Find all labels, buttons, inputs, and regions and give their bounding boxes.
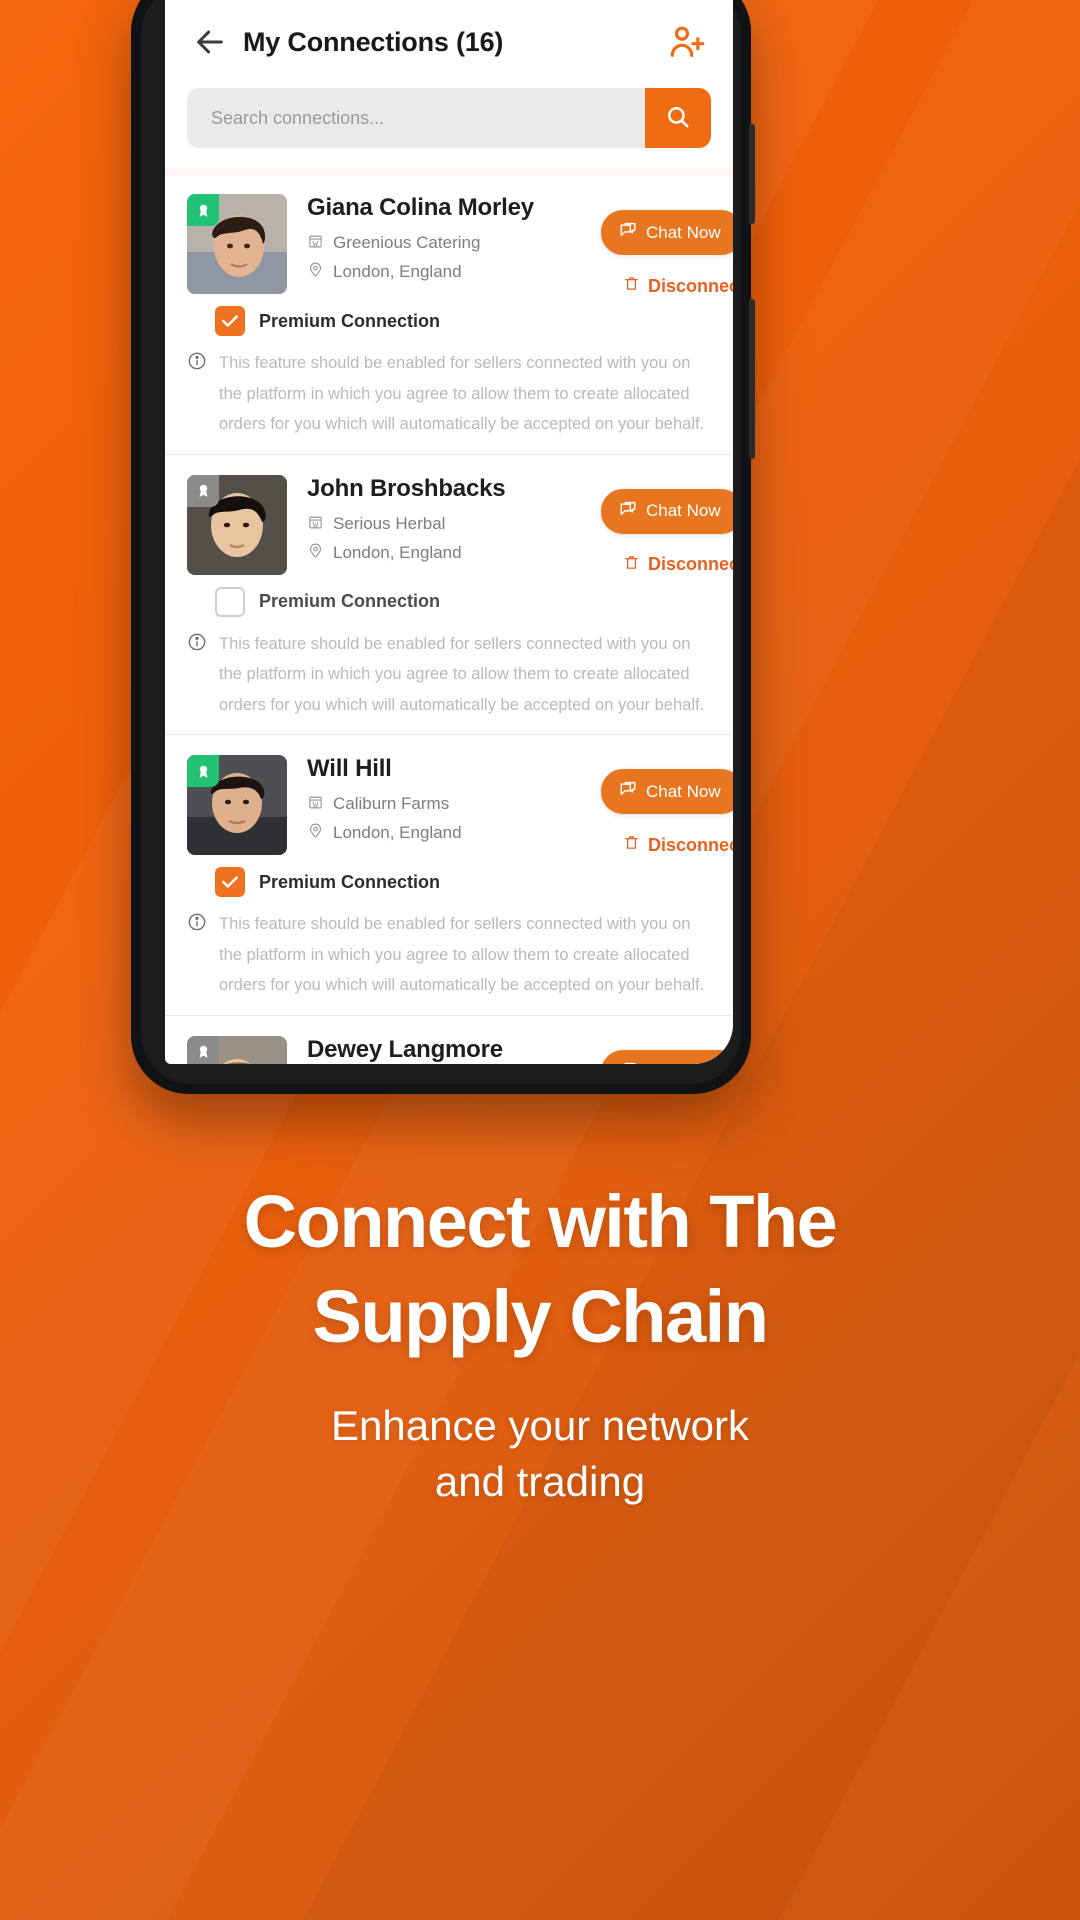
premium-toggle-row[interactable]: Premium Connection xyxy=(215,306,711,336)
chat-icon xyxy=(619,780,637,803)
premium-note-text: This feature should be enabled for selle… xyxy=(219,634,705,714)
premium-checkbox[interactable] xyxy=(215,586,245,617)
standard-badge-icon xyxy=(187,474,219,507)
building-icon xyxy=(307,232,324,254)
connection-card[interactable]: Giana Colina Morley Greenious Catering L… xyxy=(165,176,733,446)
chat-now-label: Chat Now xyxy=(646,222,721,242)
premium-note: This feature should be enabled for selle… xyxy=(187,909,711,1001)
card-actions: Chat Now xyxy=(601,1049,733,1064)
arrow-left-icon[interactable] xyxy=(193,25,227,59)
app-header: My Connections (16) xyxy=(165,0,733,82)
search-button[interactable] xyxy=(645,88,711,148)
avatar xyxy=(187,755,287,856)
phone-mockup: My Connections (16) Search connections..… xyxy=(131,0,755,1094)
chat-icon xyxy=(619,1061,637,1064)
premium-label: Premium Connection xyxy=(259,871,441,892)
disconnect-button[interactable]: Disconnect xyxy=(623,554,733,576)
premium-checkbox[interactable] xyxy=(215,306,245,336)
chat-now-button[interactable]: Chat Now xyxy=(601,769,733,815)
chat-now-label: Chat Now xyxy=(646,1062,721,1064)
connection-card[interactable]: Dewey Langmore Natully xyxy=(165,1014,733,1064)
chat-icon xyxy=(619,221,637,244)
disconnect-label: Disconnect xyxy=(648,275,733,296)
disconnect-button[interactable]: Disconnect xyxy=(623,275,733,297)
power-button xyxy=(749,299,755,459)
avatar xyxy=(187,474,287,575)
building-icon xyxy=(307,513,324,535)
trash-icon xyxy=(623,834,640,856)
premium-note-text: This feature should be enabled for selle… xyxy=(219,354,705,434)
building-icon xyxy=(307,793,324,815)
company-name: Serious Herbal xyxy=(333,513,446,533)
avatar xyxy=(187,1035,287,1064)
connection-card[interactable]: John Broshbacks Serious Herbal London, E… xyxy=(165,453,733,727)
premium-label: Premium Connection xyxy=(259,591,441,612)
location-pin-icon xyxy=(307,261,324,283)
trash-icon xyxy=(623,275,640,297)
search-input[interactable] xyxy=(187,88,645,148)
chat-now-button[interactable]: Chat Now xyxy=(601,488,733,534)
trash-icon xyxy=(623,554,640,576)
location-pin-icon xyxy=(307,542,324,564)
card-actions: Chat Now Disconnect xyxy=(601,210,733,297)
company-name: Greenious Catering xyxy=(333,233,481,252)
page-title: My Connections (16) xyxy=(243,26,504,57)
premium-badge-icon xyxy=(187,755,219,788)
chat-now-button[interactable]: Chat Now xyxy=(601,1049,733,1064)
premium-toggle-row[interactable]: Premium Connection xyxy=(215,867,711,898)
card-actions: Chat Now Disconnect xyxy=(601,488,733,576)
location-name: London, England xyxy=(333,542,462,562)
volume-button xyxy=(749,124,755,224)
phone-screen: My Connections (16) Search connections..… xyxy=(165,0,733,1064)
disconnect-button[interactable]: Disconnect xyxy=(623,834,733,856)
chat-now-label: Chat Now xyxy=(646,501,721,521)
company-name: Caliburn Farms xyxy=(333,794,450,814)
search-row xyxy=(165,82,733,168)
avatar xyxy=(187,194,287,294)
chat-icon xyxy=(619,500,637,523)
connections-list: Giana Colina Morley Greenious Catering L… xyxy=(165,168,733,1064)
chat-now-label: Chat Now xyxy=(646,781,721,801)
premium-note: This feature should be enabled for selle… xyxy=(187,348,711,440)
standard-badge-icon xyxy=(187,1035,219,1064)
disconnect-label: Disconnect xyxy=(648,554,733,575)
promo-heading-line2: Supply Chain xyxy=(312,1274,769,1358)
info-icon xyxy=(187,632,207,652)
promo-sub-line2: and trading xyxy=(434,1458,646,1506)
premium-badge-icon xyxy=(187,194,219,226)
person-add-icon[interactable] xyxy=(667,22,707,62)
promo-sub-line1: Enhance your network xyxy=(331,1402,749,1450)
card-actions: Chat Now Disconnect xyxy=(601,769,733,856)
location-name: London, England xyxy=(333,823,462,843)
chat-now-button[interactable]: Chat Now xyxy=(601,210,733,255)
premium-checkbox[interactable] xyxy=(215,867,245,898)
promo-section: Connect with The Supply Chain Enhance yo… xyxy=(0,1175,1080,1510)
premium-toggle-row[interactable]: Premium Connection xyxy=(215,586,711,617)
search-icon xyxy=(665,104,691,133)
location-pin-icon xyxy=(307,822,324,844)
premium-note: This feature should be enabled for selle… xyxy=(187,629,711,721)
info-icon xyxy=(187,912,207,932)
connection-card[interactable]: Will Hill Caliburn Farms London, England… xyxy=(165,734,733,1007)
promo-heading-line1: Connect with The xyxy=(243,1180,838,1263)
premium-note-text: This feature should be enabled for selle… xyxy=(219,915,705,995)
disconnect-label: Disconnect xyxy=(648,834,733,855)
premium-label: Premium Connection xyxy=(259,310,441,331)
location-name: London, England xyxy=(333,262,462,281)
info-icon xyxy=(187,351,207,371)
